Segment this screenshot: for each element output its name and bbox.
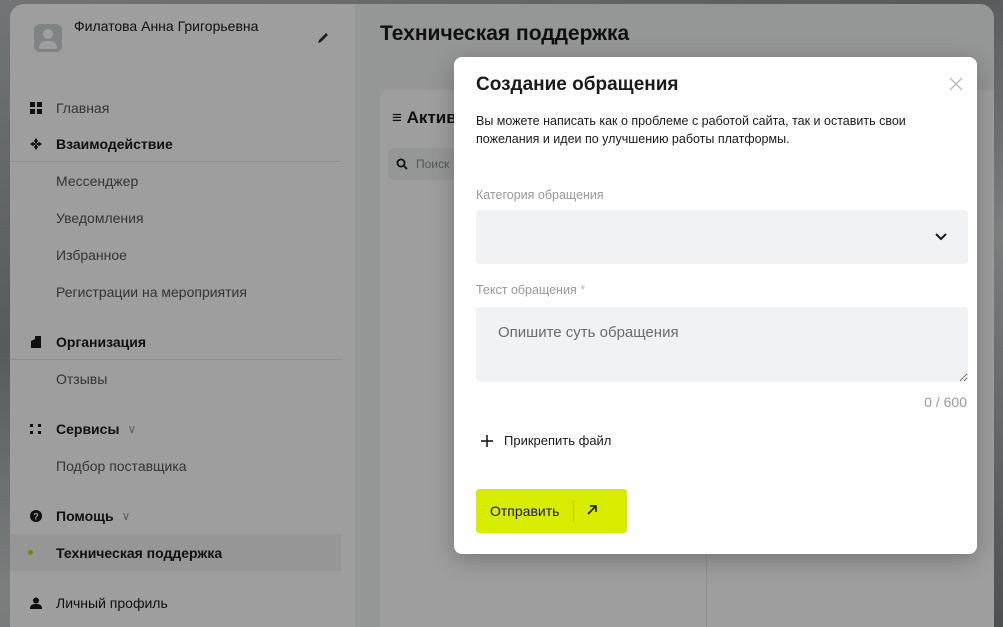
ticket-text-field[interactable]	[476, 307, 968, 382]
text-label: Текст обращения *	[476, 283, 585, 297]
close-icon[interactable]	[945, 73, 967, 95]
button-divider	[573, 500, 575, 522]
arrow-up-right-icon	[586, 504, 600, 518]
attach-file-button[interactable]: Прикрепить файл	[480, 433, 611, 448]
text-label-text: Текст обращения	[476, 283, 577, 297]
modal-title: Создание обращения	[476, 74, 679, 95]
category-select[interactable]	[476, 210, 968, 264]
submit-button[interactable]: Отправить	[476, 489, 627, 533]
plus-icon	[480, 434, 494, 448]
submit-label: Отправить	[490, 503, 560, 519]
create-ticket-modal: Создание обращения Вы можете написать ка…	[454, 57, 977, 554]
modal-description: Вы можете написать как о проблеме с рабо…	[476, 114, 906, 146]
category-label: Категория обращения	[476, 188, 604, 202]
attach-file-label: Прикрепить файл	[504, 433, 612, 448]
char-counter: 0 / 600	[924, 394, 967, 410]
chevron-down-icon	[934, 230, 948, 244]
required-mark: *	[580, 283, 586, 297]
